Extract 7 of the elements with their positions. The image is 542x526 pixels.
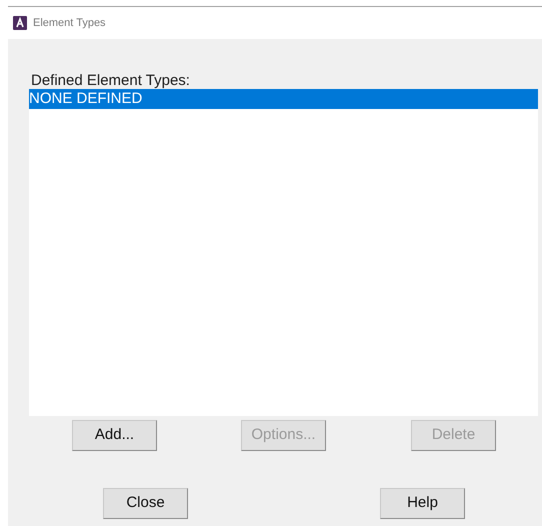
list-label: Defined Element Types:: [31, 72, 191, 89]
dialog-button[interactable]: Help: [380, 488, 465, 519]
dialog-button[interactable]: Close: [103, 488, 188, 519]
list-item[interactable]: NONE DEFINED: [29, 89, 538, 109]
app-logo-icon: [13, 16, 27, 30]
dialog-button[interactable]: Add...: [72, 420, 157, 451]
window-title: Element Types: [33, 16, 106, 31]
